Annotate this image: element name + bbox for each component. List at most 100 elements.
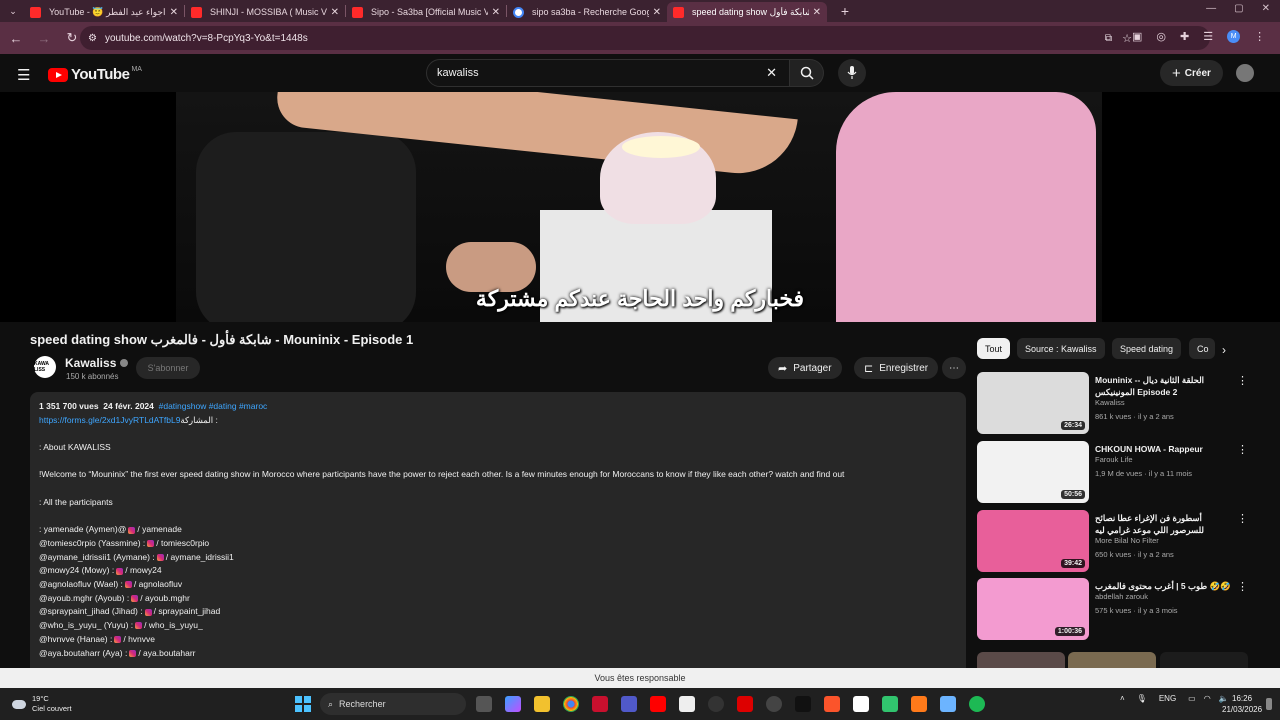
recommendation-channel[interactable]: Farouk Life: [1095, 455, 1133, 464]
participant-link[interactable]: / aya.boutaharr: [138, 648, 195, 658]
share-button[interactable]: ➦ Partager: [768, 357, 842, 379]
back-icon[interactable]: ←: [4, 26, 28, 50]
youtube-logo[interactable]: YouTube MA: [48, 66, 142, 83]
video-thumbnail[interactable]: 1:00:36: [977, 578, 1089, 640]
video-thumbnail[interactable]: 26:34: [977, 372, 1089, 434]
close-tab-icon[interactable]: ✕: [492, 7, 500, 18]
participant-link[interactable]: / hvnvve: [123, 634, 155, 644]
participant-link[interactable]: / spraypaint_jihad: [154, 606, 221, 616]
video-player[interactable]: فخباركم واحد الحاجة عندكم مشتركة: [0, 92, 1280, 322]
recommendation-channel[interactable]: abdellah zarouk: [1095, 592, 1148, 601]
video-thumbnail[interactable]: 50:56: [977, 441, 1089, 503]
extension-icon[interactable]: ▣: [1132, 30, 1142, 43]
chip-speed-dating[interactable]: Speed dating: [1112, 338, 1182, 359]
close-tab-icon[interactable]: ✕: [331, 7, 339, 18]
recommendation-item[interactable]: 39:42 أسطورة فن الإغراء عطا نصائح للسرصور…: [977, 510, 1267, 572]
adobe-icon[interactable]: [592, 696, 608, 712]
more-vertical-icon[interactable]: ⋮: [1237, 443, 1248, 456]
fn-app-icon[interactable]: [679, 696, 695, 712]
chip-more[interactable]: Co: [1189, 338, 1215, 359]
cast-icon[interactable]: ⧉: [1105, 33, 1112, 44]
hamburger-menu-icon[interactable]: ☰: [17, 66, 30, 84]
copilot-icon[interactable]: [505, 696, 521, 712]
hashtags[interactable]: #datingshow #dating #maroc: [159, 401, 268, 411]
tiktok-icon[interactable]: [853, 696, 869, 712]
maximize-icon[interactable]: ▢: [1234, 3, 1243, 14]
taskbar-search[interactable]: ⌕ Rechercher: [320, 693, 466, 715]
recommendation-channel[interactable]: Kawaliss: [1095, 398, 1125, 407]
recommendation-title[interactable]: طوب 5 | أغرب محتوى فالمغرب 🤣🤣: [1095, 580, 1237, 592]
teams-icon[interactable]: [621, 696, 637, 712]
participant-link[interactable]: / ayoub.mghr: [140, 593, 190, 603]
language-indicator[interactable]: ENG: [1159, 694, 1176, 703]
browser-tab-2[interactable]: SHINJI - MOSSIBA ( Music Vid ✕: [185, 2, 345, 22]
chip-source[interactable]: Source : Kawaliss: [1017, 338, 1105, 359]
participant-link[interactable]: / agnolaofluv: [134, 579, 182, 589]
save-button[interactable]: ⊏ Enregistrer: [854, 357, 939, 379]
clear-search-icon[interactable]: ✕: [766, 65, 777, 81]
browser-tab-3[interactable]: Sipo - Sa3ba [Official Music Vi ✕: [346, 2, 506, 22]
account-avatar[interactable]: [1236, 64, 1254, 82]
browser-tab-1[interactable]: YouTube - 😇 اجواء عيد الفطر ✕: [24, 2, 184, 22]
xm-icon[interactable]: [795, 696, 811, 712]
recommendation-item[interactable]: 50:56 CHKOUN HOWA - Rappeur Farouk Life 1,9…: [977, 441, 1267, 503]
more-vertical-icon[interactable]: ⋮: [1237, 374, 1248, 387]
site-info-icon[interactable]: ⚙: [88, 33, 97, 44]
participant-link[interactable]: / mowy24: [125, 565, 161, 575]
app-orange-icon[interactable]: [911, 696, 927, 712]
more-vertical-icon[interactable]: ⋮: [1237, 580, 1248, 593]
taskbar-clock[interactable]: 16:26 21/03/2026: [1222, 693, 1262, 715]
tab-search-icon[interactable]: ⌄: [2, 0, 24, 23]
close-window-icon[interactable]: ✕: [1262, 3, 1270, 14]
file-explorer-icon[interactable]: [534, 696, 550, 712]
description-link[interactable]: https://forms.gle/2xd1JvyRTLdATfbL9: [39, 415, 180, 425]
recommendation-item[interactable]: 1:00:36 طوب 5 | أغرب محتوى فالمغرب 🤣🤣 abde…: [977, 578, 1267, 640]
weather-widget[interactable]: 19°C Ciel couvert: [12, 694, 72, 714]
translate-icon[interactable]: ◎: [1156, 30, 1166, 43]
app-icon[interactable]: [708, 696, 724, 712]
bookmark-star-icon[interactable]: ☆: [1122, 32, 1132, 45]
close-tab-icon[interactable]: ✕: [653, 7, 661, 18]
video-description[interactable]: 1 351 700 vues 24 févr. 2024 #datingshow…: [30, 392, 966, 682]
participant-link[interactable]: / aymane_idrissii1: [166, 552, 234, 562]
voice-search-button[interactable]: [838, 59, 866, 87]
brave-icon[interactable]: [824, 696, 840, 712]
partial-thumbnail[interactable]: [977, 652, 1065, 668]
new-tab-icon[interactable]: +: [833, 0, 857, 23]
close-tab-icon[interactable]: ✕: [813, 7, 821, 18]
recommendation-title[interactable]: CHKOUN HOWA - Rappeur: [1095, 443, 1237, 455]
video-thumbnail[interactable]: 39:42: [977, 510, 1089, 572]
wifi-icon[interactable]: ◠: [1204, 694, 1211, 703]
network-icon[interactable]: ▭: [1188, 694, 1196, 703]
recommendation-item[interactable]: 26:34 Mouninix -- الحلقة الثانية ديال الم…: [977, 372, 1267, 434]
youtube-app-icon[interactable]: [650, 696, 666, 712]
partial-thumbnail[interactable]: [1160, 652, 1248, 668]
spotify-icon[interactable]: [969, 696, 985, 712]
create-button[interactable]: + Créer: [1160, 60, 1223, 86]
more-actions-button[interactable]: ⋯: [942, 357, 966, 379]
reading-list-icon[interactable]: ☰: [1203, 30, 1213, 43]
minimize-icon[interactable]: —: [1206, 3, 1216, 14]
address-bar[interactable]: ⚙ youtube.com/watch?v=8-PcpYq3-Yo&t=1448…: [80, 26, 1210, 50]
notification-icon[interactable]: [1266, 698, 1272, 710]
chips-next-icon[interactable]: ›: [1222, 343, 1226, 357]
participant-link[interactable]: / yamenade: [137, 524, 181, 534]
tray-overflow-icon[interactable]: ˄: [1120, 694, 1125, 703]
more-vertical-icon[interactable]: ⋮: [1237, 512, 1248, 525]
forward-icon[interactable]: →: [32, 26, 56, 50]
app-green-icon[interactable]: [882, 696, 898, 712]
search-button[interactable]: [790, 59, 824, 87]
recommendation-channel[interactable]: More Bilal No Filter: [1095, 536, 1159, 545]
extensions-puzzle-icon[interactable]: ✚: [1180, 30, 1189, 43]
browser-tab-5-active[interactable]: speed dating show شابكة فأول ✕: [667, 2, 827, 22]
netflix-icon[interactable]: [737, 696, 753, 712]
participant-link[interactable]: / who_is_yuyu_: [144, 620, 203, 630]
partial-thumbnail[interactable]: [1068, 652, 1156, 668]
profile-icon[interactable]: M: [1227, 30, 1241, 43]
channel-name[interactable]: Kawaliss: [65, 356, 129, 370]
chatgpt-icon[interactable]: [766, 696, 782, 712]
app-blue-icon[interactable]: [940, 696, 956, 712]
mic-tray-icon[interactable]: 🎙: [1137, 694, 1147, 703]
chip-all[interactable]: Tout: [977, 338, 1011, 359]
search-input[interactable]: kawaliss ✕: [426, 59, 790, 87]
